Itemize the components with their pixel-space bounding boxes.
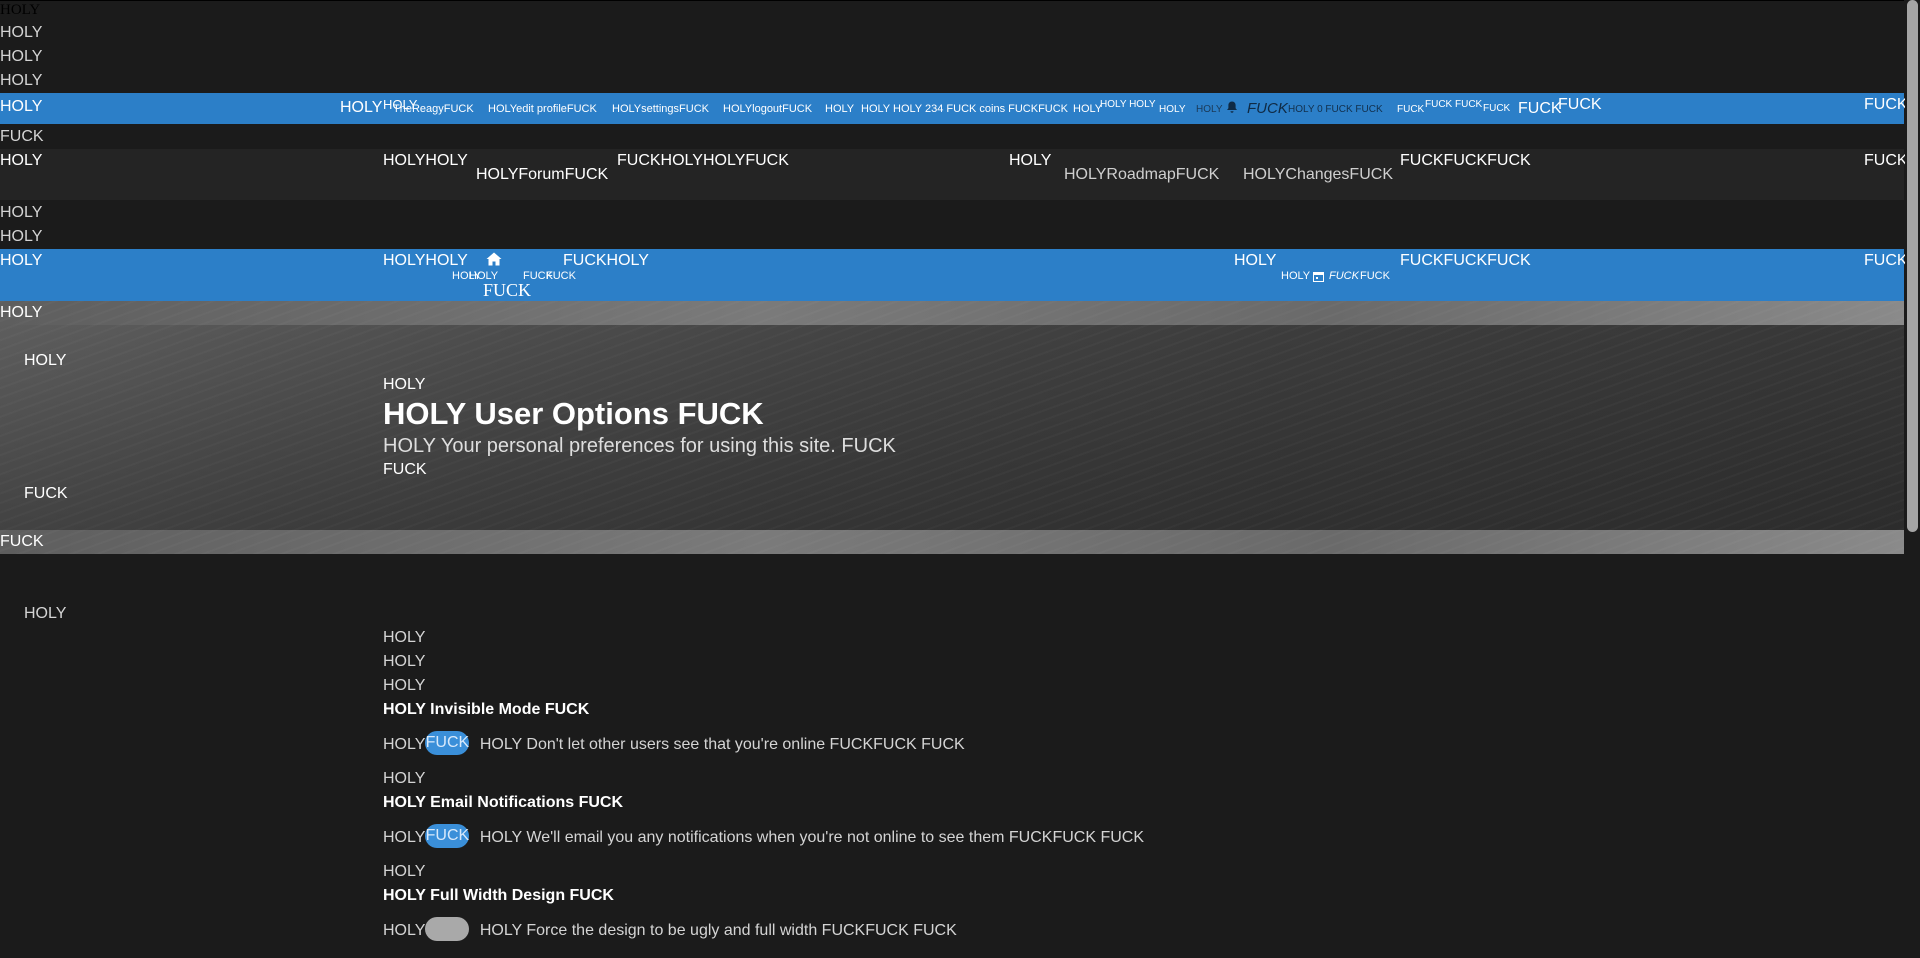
hero-pre: HOLY [383,376,426,393]
page-subtitle: HOLY Your personal preferences for using… [383,435,896,457]
mid-line-2: HOLY [0,228,43,245]
option-description: HOLY Don't let other users see that you'… [479,736,965,754]
mid-line-1: HOLY [0,204,43,221]
hero-top-strip-text: HOLY [0,304,43,321]
top-line-2: HOLY [0,24,43,41]
home-big: FUCK [483,280,532,300]
email-notifications-toggle[interactable]: FUCK [425,824,470,848]
logout-link[interactable]: HOLYlogoutFUCK [723,103,812,115]
sub-nav-endgroup: FUCKFUCKFUCK [1400,252,1531,269]
page-header [0,301,1904,554]
page-title: HOLY User Options FUCK [383,396,764,431]
account-separator: HOLY [825,103,855,115]
main-nav-logo[interactable]: HOLYHOLY [383,152,468,170]
after-account-bar: FUCK [0,128,44,145]
content-line-2: HOLY [383,653,426,670]
hero-side-top: HOLY [24,352,67,369]
sub-nav-left: HOLY [0,252,43,269]
nav-tab-roadmap[interactable]: HOLYRoadmapFUCK [1064,166,1219,184]
account-username-link[interactable]: TheReagyFUCK [393,103,474,115]
main-nav-mid: FUCKHOLYHOLYFUCK [617,152,789,169]
hero-bottom-strip [0,530,1904,554]
main-nav: HOLY HOLYHOLY HOLYForumFUCK FUCKHOLYHOLY… [0,149,1908,200]
account-item-n5: FUCK [1483,103,1511,114]
option-title-email-notifications: HOLY Email Notifications FUCK [383,794,624,811]
sub-nav: HOLY HOLYHOLY HOLY HOLY FUCK FUCK FUCK F… [0,249,1908,301]
notifications-count[interactable]: HOLY 0 FUCK FUCK [1288,104,1383,115]
sub-nav-after-home: FUCKHOLY [563,252,649,269]
option-after: HOLY [383,863,426,880]
sub-nav-right: FUCK [1864,252,1908,269]
home-icon[interactable] [486,252,502,271]
option-prefix: HOLY [383,736,426,754]
account-item-n3: HOLY [1196,104,1223,115]
top-line-4: HOLY [0,72,43,89]
settings-link[interactable]: HOLYsettingsFUCK [612,103,709,115]
account-bar-brand[interactable]: HOLY [340,99,382,117]
bell-icon[interactable] [1226,101,1238,119]
content-line-3: HOLY [383,677,426,694]
coins-balance[interactable]: HOLY HOLY 234 FUCK coins FUCKFUCK [861,103,1068,115]
main-nav-mid2: HOLY [1009,152,1052,169]
account-item-n1-up: HOLY HOLY [1100,99,1156,110]
sub-nav-logo[interactable]: HOLYHOLY [383,252,468,270]
hero-post: FUCK [383,461,427,478]
account-item-n1: HOLY [1073,103,1103,115]
page-scrollbar-thumb[interactable] [1907,0,1918,532]
nav-tab-changes[interactable]: HOLYChangesFUCK [1243,166,1393,184]
top-line-1: HOLY [0,2,41,19]
option-row-invisible-mode: HOLYFUCK HOLY Don't let other users see … [383,731,965,757]
option-prefix: HOLY [383,829,426,847]
account-item-n4: FUCK [1397,104,1425,115]
option-title-invisible-mode: HOLY Invisible Mode FUCK [383,701,590,718]
option-prefix: HOLY [383,922,426,940]
account-item-n2: HOLY [1159,104,1186,115]
hero-top-strip [0,301,1904,325]
nav-tab-forum[interactable]: HOLYForumFUCK [476,166,608,184]
main-nav-left: HOLY [0,152,43,169]
top-line-3: HOLY [0,48,43,65]
main-nav-endgroup: FUCKFUCKFUCK [1400,152,1531,169]
option-row-full-width: HOLY HOLY Force the design to be ugly an… [383,917,957,943]
content-side: HOLY [24,605,67,622]
account-big-fuck-2: FUCK [1558,96,1602,113]
invisible-mode-toggle[interactable]: FUCK [425,731,470,755]
full-width-toggle[interactable] [425,917,470,941]
option-row-email-notifications: HOLYFUCK HOLY We'll email you any notifi… [383,824,1145,850]
option-description: HOLY Force the design to be ugly and ful… [479,922,957,940]
calendar-left: HOLY [1281,270,1311,282]
option-description: HOLY We'll email you any notifications w… [479,829,1145,847]
bell-label: FUCK [1247,100,1288,117]
sub-nav-mid: HOLY [1234,252,1277,269]
main-nav-right: FUCK [1864,152,1908,169]
hero-bottom-strip-text: FUCK [0,533,44,550]
home-right-2: FUCK [546,270,576,282]
option-after: HOLY [383,770,426,787]
account-bar-left: HOLY [0,98,43,115]
content-line-1: HOLY [383,629,426,646]
calendar-right: FUCK [1360,270,1390,282]
calendar-em: FUCK [1329,270,1359,282]
top-line-1-overlay [0,0,1904,1]
hero-side-bottom: FUCK [24,485,68,502]
calendar-icon[interactable] [1313,269,1324,287]
account-big-fuck-1: FUCK [1518,100,1562,117]
account-item-n4-up: FUCK FUCK [1425,99,1483,110]
option-title-full-width: HOLY Full Width Design FUCK [383,887,614,904]
account-bar-right: FUCK [1864,96,1908,113]
account-bar: HOLY HOLY HOLY TheReagyFUCK HOLYedit pro… [0,93,1908,124]
edit-profile-link[interactable]: HOLYedit profileFUCK [488,103,597,115]
